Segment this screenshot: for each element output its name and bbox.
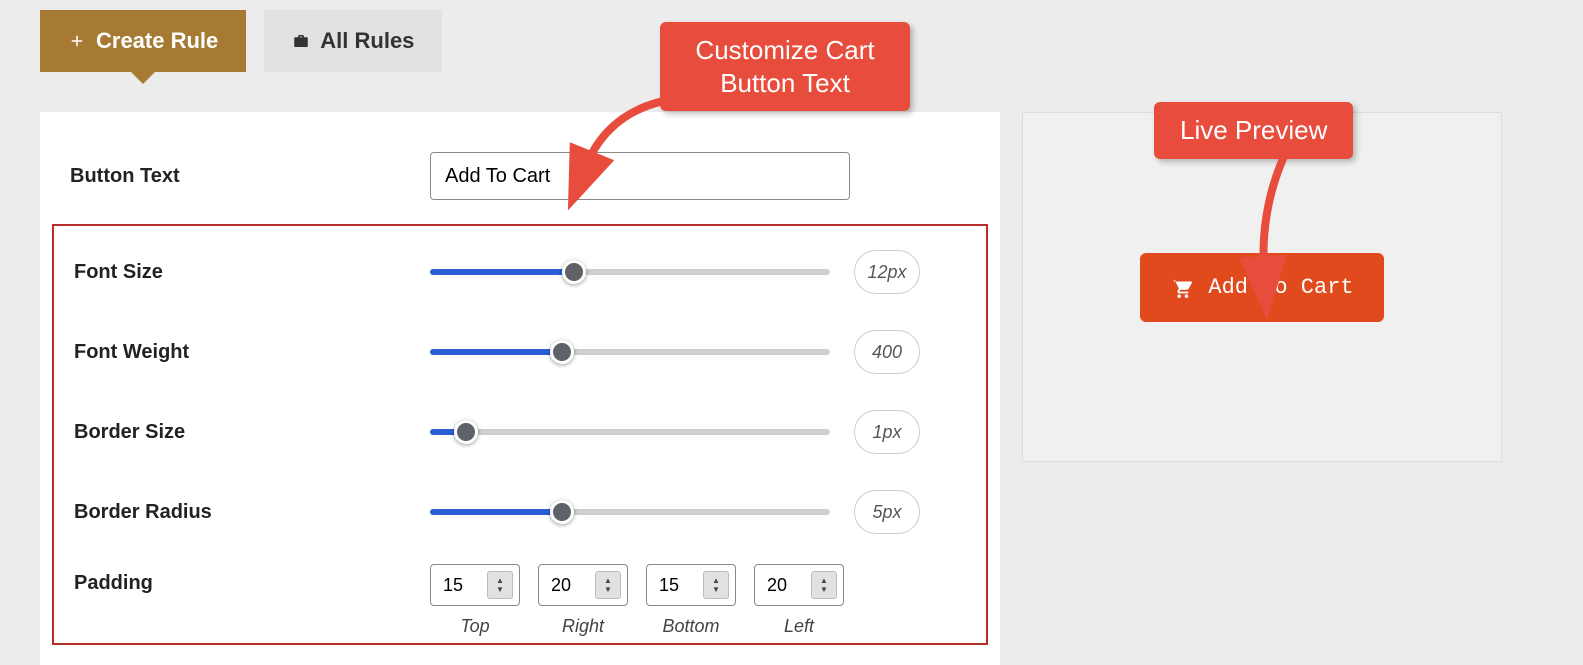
slider-border-size[interactable] (430, 418, 830, 446)
cart-icon (1170, 276, 1192, 298)
padding-left-stepper[interactable]: 20 ▲▼ (754, 564, 844, 606)
row-border-size: Border Size 1px (74, 410, 966, 454)
padding-bottom-label: Bottom (646, 616, 736, 637)
label-padding: Padding (74, 564, 430, 637)
value-border-size: 1px (854, 410, 920, 454)
tab-create-rule[interactable]: Create Rule (40, 10, 246, 72)
value-font-weight: 400 (854, 330, 920, 374)
padding-left-label: Left (754, 616, 844, 637)
tab-create-label: Create Rule (96, 28, 218, 54)
value-border-radius: 5px (854, 490, 920, 534)
padding-top-label: Top (430, 616, 520, 637)
row-button-text: Button Text (40, 152, 1000, 224)
label-border-radius: Border Radius (74, 501, 430, 524)
value-font-size: 12px (854, 250, 920, 294)
row-border-radius: Border Radius 5px (74, 490, 966, 534)
stepper-buttons[interactable]: ▲▼ (703, 571, 729, 599)
slider-font-size[interactable] (430, 258, 830, 286)
padding-bottom-value: 15 (647, 575, 703, 596)
tab-all-rules[interactable]: All Rules (264, 10, 442, 72)
callout-customize-text: Customize CartButton Text (695, 35, 874, 98)
label-border-size: Border Size (74, 421, 430, 444)
padding-right-label: Right (538, 616, 628, 637)
slider-border-radius[interactable] (430, 498, 830, 526)
padding-top-value: 15 (431, 575, 487, 596)
padding-right-value: 20 (539, 575, 595, 596)
add-to-cart-button[interactable]: Add To Cart (1140, 253, 1383, 322)
label-button-text: Button Text (70, 165, 430, 188)
callout-live-preview-text: Live Preview (1180, 115, 1327, 145)
settings-panel: Button Text Font Size 12px Font Weight (40, 112, 1000, 665)
padding-left-value: 20 (755, 575, 811, 596)
stepper-buttons[interactable]: ▲▼ (811, 571, 837, 599)
label-font-weight: Font Weight (74, 341, 430, 364)
briefcase-icon (292, 32, 310, 50)
tab-all-label: All Rules (320, 28, 414, 54)
button-text-input[interactable] (430, 152, 850, 200)
slider-font-weight[interactable] (430, 338, 830, 366)
padding-top-stepper[interactable]: 15 ▲▼ (430, 564, 520, 606)
stepper-buttons[interactable]: ▲▼ (595, 571, 621, 599)
preview-panel: Add To Cart (1022, 112, 1502, 462)
stepper-buttons[interactable]: ▲▼ (487, 571, 513, 599)
padding-right-stepper[interactable]: 20 ▲▼ (538, 564, 628, 606)
callout-customize: Customize CartButton Text (660, 22, 910, 111)
row-font-weight: Font Weight 400 (74, 330, 966, 374)
highlight-box: Font Size 12px Font Weight (52, 224, 988, 645)
callout-live-preview: Live Preview (1154, 102, 1353, 159)
label-font-size: Font Size (74, 261, 430, 284)
padding-bottom-stepper[interactable]: 15 ▲▼ (646, 564, 736, 606)
row-font-size: Font Size 12px (74, 250, 966, 294)
row-padding: Padding 15 ▲▼ Top 20 ▲▼ (74, 564, 966, 637)
add-to-cart-label: Add To Cart (1208, 275, 1353, 300)
plus-icon (68, 32, 86, 50)
